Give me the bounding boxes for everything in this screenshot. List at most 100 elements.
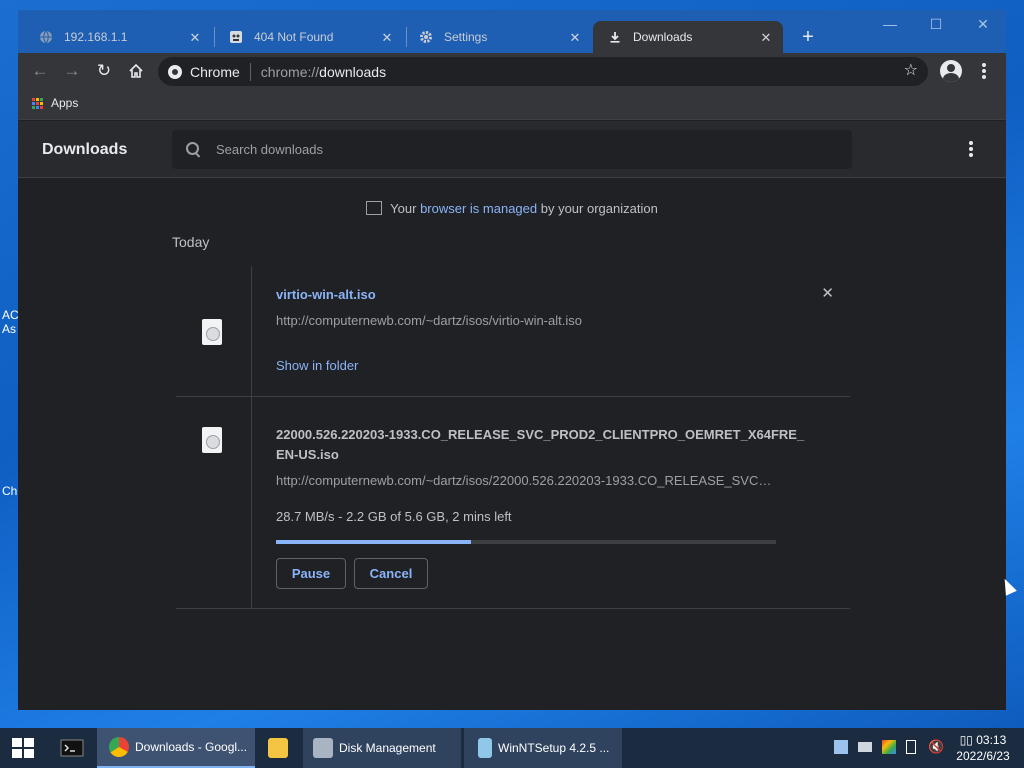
- volume-muted-icon[interactable]: 🔇: [928, 740, 944, 754]
- managed-notice: Your browser is managed by your organiza…: [18, 201, 1006, 216]
- system-clock[interactable]: ▯▯ 03:13 2022/6/23: [950, 732, 1016, 764]
- address-bar[interactable]: Chrome chrome://downloads ☆: [158, 57, 928, 86]
- profile-avatar-icon[interactable]: [940, 60, 962, 82]
- cancel-button[interactable]: Cancel: [354, 558, 428, 589]
- desktop-icon-label: As: [2, 322, 17, 336]
- download-item-icon-area: [176, 266, 252, 397]
- downloads-menu-icon[interactable]: [968, 139, 974, 159]
- tab-404[interactable]: 404 Not Found ✕: [216, 21, 404, 53]
- divider: [176, 608, 850, 609]
- chrome-badge-label: Chrome: [190, 63, 240, 80]
- chrome-icon: [168, 64, 182, 79]
- keyboard-icon[interactable]: [858, 742, 872, 752]
- taskbar-label: Disk Management: [339, 741, 436, 755]
- omnibox-divider: [249, 62, 251, 81]
- iso-file-icon: [202, 427, 222, 453]
- file-url[interactable]: http://computernewb.com/~dartz/isos/2200…: [276, 473, 776, 488]
- close-icon[interactable]: ✕: [380, 30, 394, 46]
- network-icon[interactable]: [834, 740, 848, 754]
- chrome-icon: [109, 737, 129, 757]
- usb-device-icon[interactable]: [906, 740, 916, 754]
- file-explorer-icon: [268, 738, 288, 758]
- taskbar-label: WinNTSetup 4.2.5 ...: [498, 741, 610, 755]
- taskbar-disk-management[interactable]: Disk Management: [303, 728, 461, 768]
- remove-download-icon[interactable]: ✕: [821, 284, 834, 302]
- downloads-page: Downloads Your browser is managed by you…: [18, 121, 1006, 710]
- page-title: Downloads: [42, 141, 128, 158]
- winntsetup-icon: [478, 738, 492, 758]
- chrome-menu-icon[interactable]: [981, 61, 987, 81]
- show-in-folder-link[interactable]: Show in folder: [276, 358, 358, 373]
- search-box[interactable]: [172, 130, 852, 169]
- apps-shortcut[interactable]: Apps: [32, 96, 78, 110]
- tab-strip: 192.168.1.1 ✕ 404 Not Found ✕ Settings ✕…: [18, 10, 1006, 53]
- clock-time: ▯▯ 03:13: [959, 733, 1007, 747]
- file-url[interactable]: http://computernewb.com/~dartz/isos/virt…: [276, 313, 776, 328]
- close-window-button[interactable]: ✕: [963, 16, 1003, 33]
- clock-date: 2022/6/23: [956, 749, 1010, 763]
- maximize-button[interactable]: ☐: [916, 16, 956, 33]
- tab-settings[interactable]: Settings ✕: [408, 21, 592, 53]
- iso-file-icon: [202, 319, 222, 345]
- forward-arrow-icon[interactable]: →: [60, 59, 84, 83]
- file-name-line1: 22000.526.220203-1933.CO_RELEASE_SVC_PRO…: [276, 427, 805, 442]
- apps-grid-icon: [32, 97, 43, 109]
- apps-label: Apps: [51, 96, 79, 110]
- terminal-taskbar-button[interactable]: [52, 728, 92, 768]
- managed-prefix: Your: [390, 201, 421, 216]
- desktop-icon-label: Ch: [2, 484, 18, 498]
- file-name-link[interactable]: virtio-win-alt.iso: [276, 287, 376, 302]
- home-icon[interactable]: [124, 59, 148, 83]
- close-icon[interactable]: ✕: [568, 30, 582, 46]
- search-icon: [186, 141, 202, 158]
- download-status: 28.7 MB/s - 2.2 GB of 5.6 GB, 2 mins lef…: [276, 509, 512, 524]
- download-progress-fill: [276, 540, 471, 544]
- pause-button[interactable]: Pause: [276, 558, 346, 589]
- disk-management-icon: [313, 738, 333, 758]
- tab-title: Settings: [444, 30, 488, 44]
- color-app-icon[interactable]: [882, 740, 896, 754]
- url-host: downloads: [319, 63, 387, 80]
- downloads-header: Downloads: [18, 121, 1006, 178]
- taskbar-winntsetup[interactable]: WinNTSetup 4.2.5 ...: [464, 728, 622, 768]
- date-section-header: Today: [172, 234, 210, 250]
- back-arrow-icon[interactable]: ←: [28, 59, 52, 83]
- tab-title: 404 Not Found: [254, 30, 334, 44]
- gear-icon: [418, 29, 434, 45]
- search-input[interactable]: [216, 142, 816, 157]
- tab-downloads[interactable]: Downloads ✕: [593, 21, 783, 53]
- browser-window: 192.168.1.1 ✕ 404 Not Found ✕ Settings ✕…: [18, 10, 1006, 710]
- download-item: virtio-win-alt.iso http://computernewb.c…: [176, 266, 850, 397]
- taskbar-label: Downloads - Googl...: [135, 740, 248, 754]
- url-scheme: chrome://: [260, 63, 320, 80]
- file-name-line2: EN-US.iso: [276, 447, 339, 462]
- tab-separator: [214, 27, 215, 47]
- windows-start-icon[interactable]: [12, 738, 34, 758]
- terminal-icon: [60, 739, 84, 757]
- chrome-badge: Chrome: [158, 64, 240, 80]
- new-tab-button[interactable]: +: [795, 24, 821, 50]
- close-icon[interactable]: ✕: [759, 30, 773, 46]
- tab-title: Downloads: [633, 30, 693, 44]
- minimize-button[interactable]: —: [870, 16, 910, 32]
- managed-suffix: by your organization: [537, 201, 658, 216]
- tab-router[interactable]: 192.168.1.1 ✕: [18, 21, 212, 53]
- tab-separator: [406, 27, 407, 47]
- error-page-icon: [228, 29, 244, 45]
- download-icon: [607, 29, 623, 45]
- browser-toolbar: ← → ↻ Chrome chrome://downloads ☆: [18, 53, 1006, 90]
- reload-icon[interactable]: ↻: [92, 59, 116, 83]
- download-item: 22000.526.220203-1933.CO_RELEASE_SVC_PRO…: [176, 397, 850, 609]
- taskbar: Downloads - Googl... Disk Management Win…: [0, 728, 1024, 768]
- download-item-icon-area: [176, 397, 252, 609]
- taskbar-file-explorer[interactable]: [258, 728, 300, 768]
- tab-title: 192.168.1.1: [64, 30, 128, 44]
- download-progress-bar: [276, 540, 776, 544]
- desktop-icon-label: AC: [2, 308, 19, 322]
- managed-link[interactable]: browser is managed: [420, 201, 537, 216]
- bookmarks-bar: Apps: [18, 90, 1006, 120]
- globe-icon: [38, 29, 54, 45]
- bookmark-star-icon[interactable]: ☆: [904, 60, 918, 80]
- close-icon[interactable]: ✕: [188, 30, 202, 46]
- taskbar-chrome[interactable]: Downloads - Googl...: [97, 728, 255, 768]
